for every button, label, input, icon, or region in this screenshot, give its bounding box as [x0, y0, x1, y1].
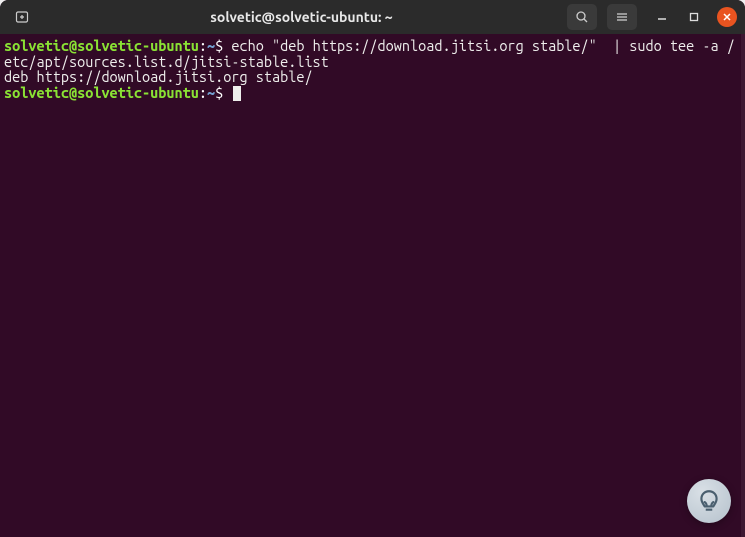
- scrollbar[interactable]: [741, 34, 745, 537]
- window-controls: [653, 7, 737, 27]
- prompt-colon: :: [199, 37, 207, 54]
- window-title: solvetic@solvetic-ubuntu: ~: [42, 9, 561, 25]
- new-tab-icon: [14, 9, 30, 25]
- maximize-button[interactable]: [685, 8, 703, 26]
- prompt-symbol: $: [215, 84, 223, 101]
- prompt-path: ~: [207, 37, 215, 54]
- prompt-colon: :: [199, 84, 207, 101]
- lightbulb-icon: [696, 488, 722, 514]
- titlebar: solvetic@solvetic-ubuntu: ~: [0, 0, 745, 34]
- menu-button[interactable]: [607, 4, 637, 30]
- new-tab-button[interactable]: [8, 4, 36, 30]
- prompt-symbol: $: [215, 37, 223, 54]
- menu-icon: [615, 10, 629, 24]
- search-button[interactable]: [567, 4, 597, 30]
- minimize-button[interactable]: [653, 8, 671, 26]
- output-line: deb https://download.jitsi.org stable/: [4, 68, 313, 85]
- search-icon: [575, 10, 589, 24]
- titlebar-right: [567, 4, 737, 30]
- maximize-icon: [688, 11, 700, 23]
- terminal-body[interactable]: solvetic@solvetic-ubuntu:~$ echo "deb ht…: [0, 34, 745, 537]
- terminal-window: solvetic@solvetic-ubuntu: ~: [0, 0, 745, 537]
- cursor: [233, 86, 241, 101]
- assistant-bubble[interactable]: [687, 479, 731, 523]
- prompt-path: ~: [207, 84, 215, 101]
- minimize-icon: [656, 11, 668, 23]
- titlebar-left: [8, 4, 36, 30]
- close-icon: [722, 12, 732, 22]
- prompt-user: solvetic@solvetic-ubuntu: [4, 84, 199, 101]
- close-button[interactable]: [717, 7, 737, 27]
- prompt-user: solvetic@solvetic-ubuntu: [4, 37, 199, 54]
